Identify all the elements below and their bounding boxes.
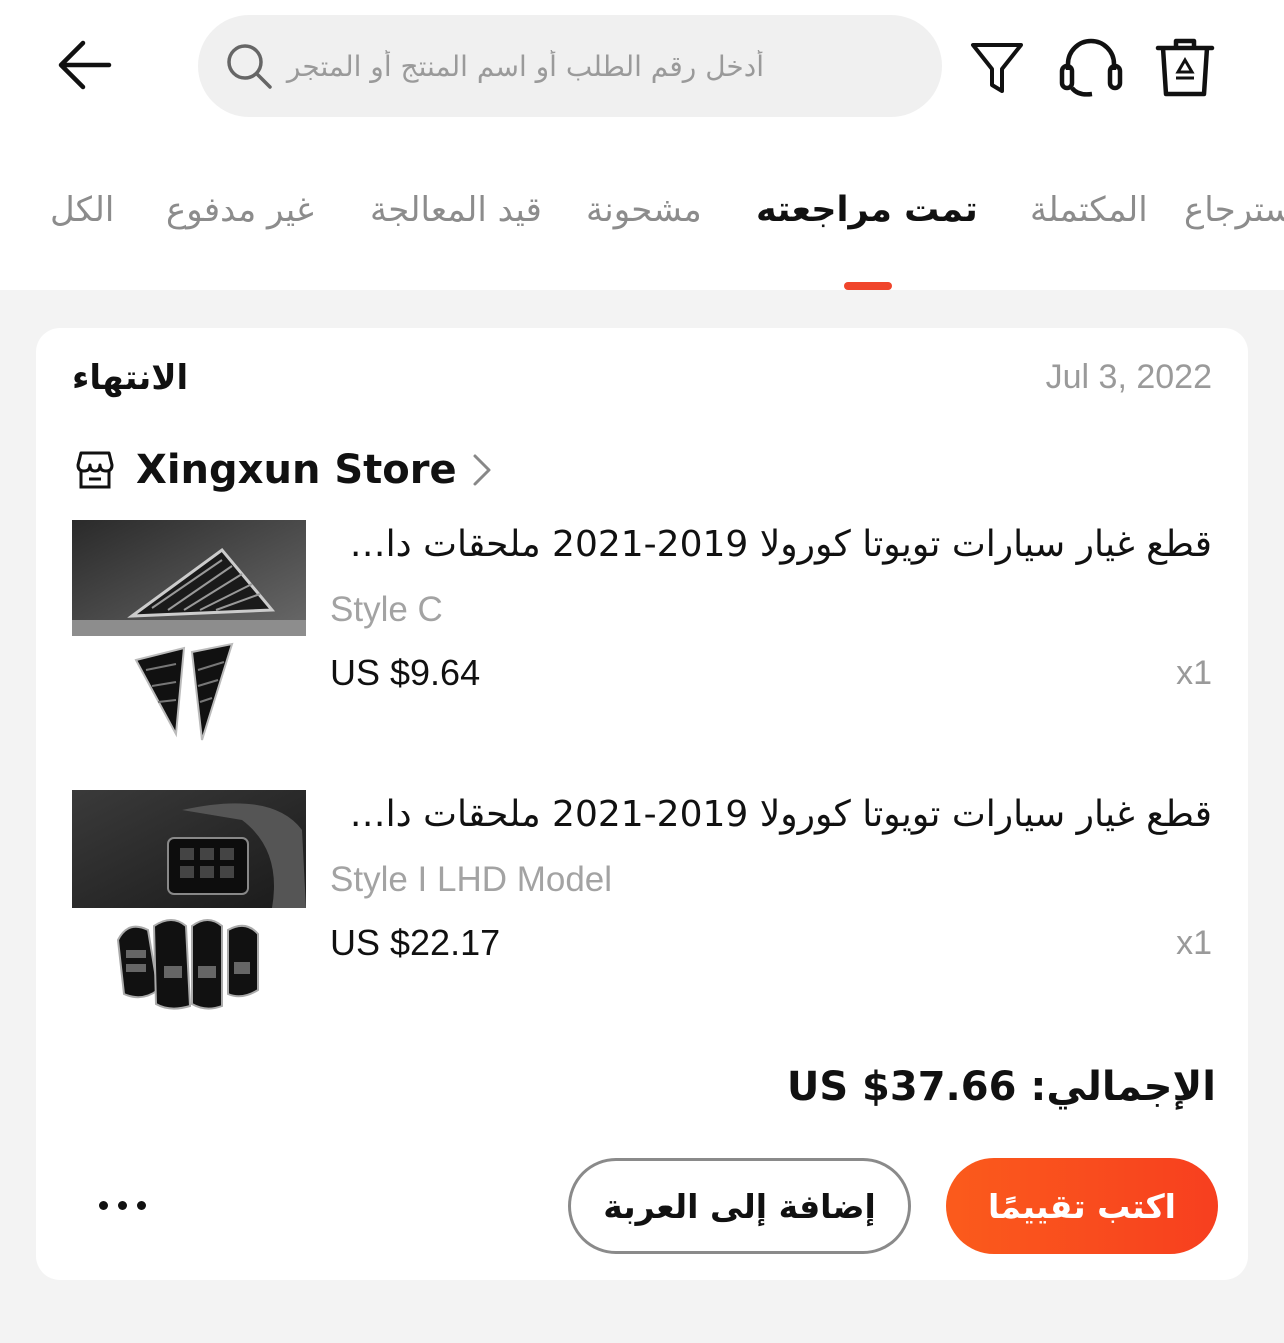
- search-icon: [227, 44, 272, 89]
- order-card[interactable]: الانتهاء Jul 3, 2022 Xingxun Store قطع غ…: [36, 328, 1248, 1280]
- order-date: Jul 3, 2022: [1045, 358, 1212, 396]
- more-dots-icon: [117, 1200, 127, 1210]
- tab-shipped[interactable]: مشحونة: [586, 190, 702, 230]
- back-arrow-icon: [58, 40, 112, 90]
- more-dots-icon: [98, 1200, 108, 1210]
- product-thumbnail[interactable]: [72, 790, 306, 1024]
- add-to-cart-button[interactable]: إضافة إلى العربة: [568, 1158, 911, 1254]
- order-status: الانتهاء: [72, 358, 189, 398]
- write-review-button[interactable]: اكتب تقييمًا: [946, 1158, 1218, 1254]
- filter-button[interactable]: [964, 34, 1030, 100]
- tab-reviewed[interactable]: تمت مراجعته: [756, 190, 978, 230]
- window-switch-cover-image: [72, 790, 306, 1010]
- back-button[interactable]: [50, 30, 120, 100]
- search-input[interactable]: [284, 41, 764, 91]
- filter-icon: [971, 43, 1023, 93]
- customer-service-button[interactable]: [1058, 34, 1124, 100]
- top-bar: الكل غير مدفوع قيد المعالجة مشحونة تمت م…: [0, 0, 1284, 290]
- product-price: US $22.17: [330, 922, 501, 963]
- tab-all[interactable]: الكل: [50, 190, 114, 230]
- tab-processing[interactable]: قيد المعالجة: [370, 190, 542, 230]
- store-icon: [76, 451, 114, 489]
- active-tab-indicator: [844, 282, 892, 290]
- product-title[interactable]: قطع غيار سيارات تويوتا كورولا 2019-2021 …: [332, 524, 1212, 565]
- store-name: Xingxun Store: [136, 447, 457, 493]
- recycle-bin-icon: [1155, 38, 1215, 97]
- product-thumbnail[interactable]: [72, 520, 306, 754]
- order-total: الإجمالي: US $37.66: [786, 1064, 1216, 1110]
- search-bar[interactable]: [198, 15, 942, 117]
- tab-completed[interactable]: المكتملة: [1030, 190, 1148, 230]
- recycle-bin-button[interactable]: [1152, 34, 1218, 100]
- product-price: US $9.64: [330, 652, 481, 693]
- product-variant: Style C: [330, 590, 443, 629]
- order-status-tabs: الكل غير مدفوع قيد المعالجة مشحونة تمت م…: [0, 170, 1284, 290]
- product-quantity: x1: [1176, 924, 1212, 962]
- store-link[interactable]: Xingxun Store: [72, 446, 493, 494]
- air-vent-cover-image: [72, 520, 306, 741]
- order-item[interactable]: قطع غيار سيارات تويوتا كورولا 2019-2021 …: [72, 790, 1212, 1026]
- tab-unpaid[interactable]: غير مدفوع: [166, 190, 314, 230]
- order-item[interactable]: قطع غيار سيارات تويوتا كورولا 2019-2021 …: [72, 520, 1212, 756]
- chevron-right-icon: [473, 454, 491, 486]
- headset-icon: [1059, 38, 1123, 97]
- product-quantity: x1: [1176, 654, 1212, 692]
- more-dots-icon: [136, 1200, 146, 1210]
- product-variant: Style I LHD Model: [330, 860, 613, 899]
- tab-returns[interactable]: استرجاع: [1184, 190, 1284, 230]
- more-options-button[interactable]: [92, 1180, 152, 1230]
- product-title[interactable]: قطع غيار سيارات تويوتا كورولا 2019-2021 …: [332, 794, 1212, 835]
